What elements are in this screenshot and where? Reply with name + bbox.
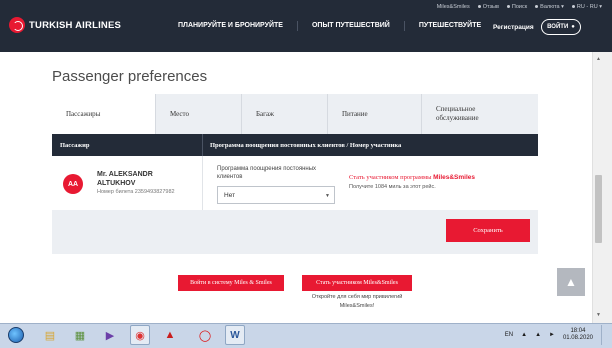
user-icon: ● bbox=[571, 24, 575, 30]
join-program-link[interactable]: Стать участником программы Miles&Smiles bbox=[349, 174, 475, 181]
language-indicator[interactable]: EN bbox=[505, 332, 513, 338]
loyalty-program-value: Нет bbox=[224, 191, 236, 199]
main-nav: ПЛАНИРУЙТЕ И БРОНИРУЙТЕ ОПЫТ ПУТЕШЕСТВИЙ… bbox=[178, 21, 481, 31]
row-divider bbox=[202, 156, 203, 210]
windows-start-icon bbox=[8, 327, 24, 343]
util-link-language[interactable]: RU - RU ▾ bbox=[571, 4, 602, 10]
volume-icon[interactable]: ► bbox=[549, 332, 555, 338]
globe-icon bbox=[571, 4, 575, 8]
preference-tabs: Пассажиры Место Багаж Питание Специально… bbox=[52, 94, 538, 134]
page-title: Passenger preferences bbox=[52, 68, 208, 85]
brand-logo[interactable]: TURKISH AIRLINES bbox=[9, 17, 121, 33]
ticket-number: Номер билета 2359493827982 bbox=[97, 189, 175, 195]
util-link-miles[interactable]: Miles&Smiles bbox=[437, 4, 470, 10]
scroll-up-icon[interactable]: ▲ bbox=[596, 56, 601, 62]
miles-promo-text: Откройте для себя мир привилегий Miles&S… bbox=[311, 294, 403, 309]
tab-baggage[interactable]: Багаж bbox=[242, 94, 328, 134]
photos-icon[interactable]: ▦ bbox=[70, 325, 90, 345]
scroll-down-icon[interactable]: ▼ bbox=[596, 312, 601, 318]
nav-travel[interactable]: ПУТЕШЕСТВУЙТЕ bbox=[419, 22, 481, 31]
nav-plan-book[interactable]: ПЛАНИРУЙТЕ И БРОНИРУЙТЕ bbox=[178, 22, 283, 31]
folder-icon[interactable]: ▤ bbox=[40, 325, 60, 345]
util-link-feedback[interactable]: Отзыв bbox=[477, 4, 499, 10]
register-link[interactable]: Регистрация bbox=[493, 24, 534, 31]
utility-bar: Miles&Smiles Отзыв Поиск Валюта ▾ RU - R… bbox=[437, 2, 602, 11]
turkish-airlines-logo-icon bbox=[9, 17, 25, 33]
col-loyalty-program: Программа поощрения постоянных клиентов … bbox=[210, 142, 402, 149]
passenger-table-header: Пассажир Программа поощрения постоянных … bbox=[52, 134, 538, 156]
start-button[interactable] bbox=[5, 325, 27, 345]
tab-special-service[interactable]: Специальное обслуживание bbox=[422, 94, 538, 134]
chevron-up-icon: ▲ bbox=[565, 275, 577, 289]
login-button[interactable]: ВОЙТИ ● bbox=[541, 19, 581, 35]
login-label: ВОЙТИ bbox=[547, 24, 569, 30]
avatar: AA bbox=[63, 174, 83, 194]
network-icon[interactable]: ▲ bbox=[535, 332, 541, 338]
tab-passengers[interactable]: Пассажиры bbox=[52, 94, 156, 134]
pdf-reader-icon[interactable]: ▲ bbox=[160, 325, 180, 345]
util-link-currency[interactable]: Валюта ▾ bbox=[535, 4, 564, 10]
system-tray: EN ▲ ▲ ► 18:04 01.08.2020 bbox=[505, 325, 606, 345]
save-button[interactable]: Сохранить bbox=[446, 219, 530, 242]
tray-arrow-icon[interactable]: ▲ bbox=[521, 332, 527, 338]
chevron-down-icon: ▼ bbox=[325, 193, 330, 199]
currency-icon bbox=[535, 4, 539, 8]
miles-join-button[interactable]: Стать участником Miles&Smiles bbox=[302, 275, 412, 291]
col-passenger: Пассажир bbox=[60, 142, 90, 149]
util-link-search[interactable]: Поиск bbox=[506, 4, 527, 10]
nav-experience[interactable]: ОПЫТ ПУТЕШЕСТВИЙ bbox=[312, 22, 390, 31]
nav-divider bbox=[296, 21, 298, 31]
opera-icon[interactable]: ◯ bbox=[195, 325, 215, 345]
tab-meal[interactable]: Питание bbox=[328, 94, 422, 134]
word-icon[interactable]: W bbox=[225, 325, 245, 345]
header-divider bbox=[202, 134, 203, 156]
loyalty-program-select[interactable]: Нет ▼ bbox=[217, 186, 335, 204]
search-icon bbox=[506, 4, 510, 8]
nav-divider bbox=[403, 21, 405, 31]
tab-seat[interactable]: Место bbox=[156, 94, 242, 134]
miles-login-button[interactable]: Войти в систему Miles & Smiles bbox=[178, 275, 284, 291]
chat-icon bbox=[477, 4, 481, 8]
clock[interactable]: 18:04 01.08.2020 bbox=[563, 328, 593, 343]
clock-date: 01.08.2020 bbox=[562, 335, 593, 341]
back-to-top-button[interactable]: ▲ bbox=[557, 268, 585, 296]
passenger-row: AA Mr. ALEKSANDR ALTUKHOV Номер билета 2… bbox=[52, 156, 538, 210]
miles-earn-text: Получите 1084 миль за этот рейс. bbox=[349, 184, 436, 190]
show-desktop-button[interactable] bbox=[601, 325, 606, 345]
clock-time: 18:04 bbox=[570, 327, 586, 334]
loyalty-program-label: Программа поощрения постоянных клиентов bbox=[217, 166, 317, 180]
brand-name: TURKISH AIRLINES bbox=[29, 19, 122, 31]
passenger-name: Mr. ALEKSANDR ALTUKHOV bbox=[97, 171, 153, 187]
scroll-thumb[interactable] bbox=[595, 175, 602, 243]
chrome-icon[interactable]: ◉ bbox=[130, 325, 150, 345]
media-player-icon[interactable]: ▶ bbox=[100, 325, 120, 345]
